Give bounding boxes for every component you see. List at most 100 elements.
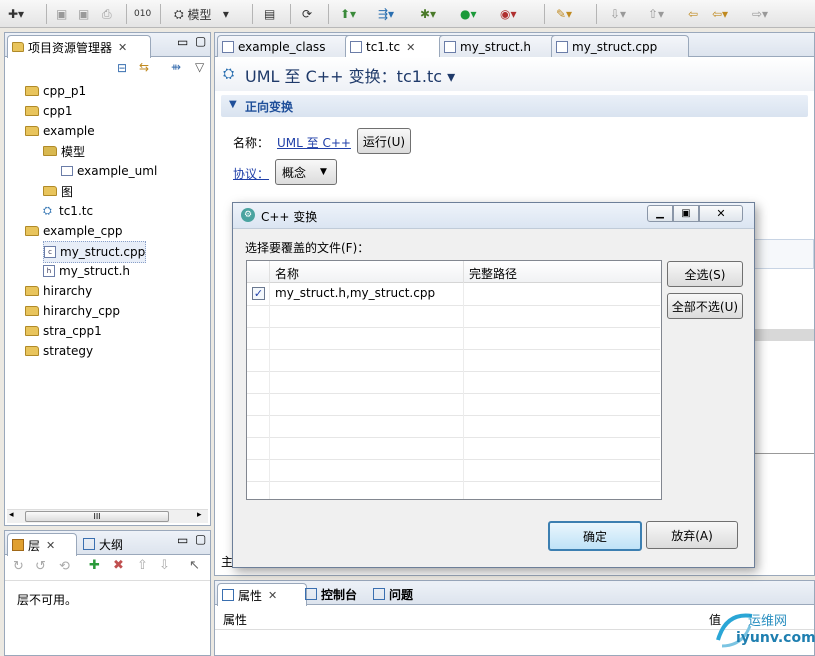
diagram-folder-icon xyxy=(43,186,57,196)
close-icon[interactable]: ✕ xyxy=(699,205,743,222)
tab-layers[interactable]: 层 ✕ xyxy=(7,533,77,556)
run-button[interactable]: 运行(U) xyxy=(357,128,411,154)
editor-tab[interactable]: example_class xyxy=(217,35,353,58)
up-icon[interactable]: ⇧ xyxy=(137,558,148,573)
document-icon[interactable]: ▤ xyxy=(264,4,275,24)
problems-icon xyxy=(373,588,385,600)
close-icon[interactable]: ✕ xyxy=(268,589,277,602)
editor-tab[interactable]: tc1.tc ✕ xyxy=(345,35,447,58)
model-icon: ⛭ xyxy=(174,6,184,21)
tree-item[interactable]: 图 xyxy=(43,181,73,201)
bottom-tab[interactable]: 控制台 xyxy=(301,583,375,605)
tree-item[interactable]: hirarchy_cpp xyxy=(25,301,120,321)
section-forward-transform[interactable]: ▼ 正向变换 xyxy=(221,95,808,117)
deselect-all-button[interactable]: 全部不选(U) xyxy=(667,293,743,319)
file-table[interactable]: 名称 完整路径 ✓ my_struct.h,my_struct.cpp xyxy=(246,260,662,500)
external-tools-icon[interactable]: ◉▾ xyxy=(500,4,517,24)
pen-icon[interactable]: ✎▾ xyxy=(556,4,572,24)
project-folder-icon xyxy=(25,106,39,116)
row-checkbox[interactable]: ✓ xyxy=(252,287,265,300)
tree-item[interactable]: example_uml xyxy=(61,161,157,181)
table-row xyxy=(247,349,660,372)
add-icon[interactable]: ✚ xyxy=(89,558,100,573)
explorer-hscrollbar[interactable]: ◂ III ▸ xyxy=(7,509,208,523)
column-header-path[interactable]: 完整路径 xyxy=(469,265,517,282)
tree-item[interactable]: cpp_p1 xyxy=(25,81,86,101)
file-icon xyxy=(556,41,568,53)
tree-item[interactable]: c my_struct.cpp xyxy=(43,241,147,263)
minimize-icon[interactable]: ▭ xyxy=(177,35,188,49)
last-edit-icon[interactable]: ⇦ xyxy=(688,4,698,24)
close-icon[interactable]: ✕ xyxy=(46,539,55,552)
explorer-toolbar: ⊟ ⇆ ⇻ ▽ xyxy=(5,57,210,83)
close-icon[interactable]: ✕ xyxy=(118,41,127,54)
new-icon[interactable]: ✚▾ xyxy=(8,4,24,24)
close-icon[interactable]: ✕ xyxy=(406,41,415,54)
tree-item[interactable]: 模型 xyxy=(43,141,85,161)
project-folder-icon xyxy=(25,346,39,356)
column-header-name[interactable]: 名称 xyxy=(275,265,299,282)
scroll-right-icon[interactable]: ▸ xyxy=(197,510,202,520)
save-icon[interactable]: ▣ xyxy=(56,4,67,24)
rotate-back-icon[interactable]: ↺ xyxy=(35,559,46,574)
next-annotation-icon[interactable]: ⇩▾ xyxy=(610,4,626,24)
tree-item[interactable]: example xyxy=(25,121,95,141)
editor-tab[interactable]: my_struct.cpp xyxy=(551,35,689,58)
project-folder-icon xyxy=(25,286,39,296)
save-all-icon[interactable]: ▣ xyxy=(78,4,89,24)
layers-icon xyxy=(12,539,24,551)
pointer-icon[interactable]: ↖ xyxy=(189,558,200,573)
tab-project-explorer[interactable]: 项目资源管理器 ✕ xyxy=(7,35,151,58)
model-dropdown[interactable]: ⛭ 模型 ▾ xyxy=(174,4,229,24)
editor-tab[interactable]: my_struct.h xyxy=(439,35,559,58)
minimize-icon[interactable]: ▭ xyxy=(177,533,188,547)
dialog-titlebar: ⚙ C++ 变换 ▁ ▣ ✕ xyxy=(233,203,754,229)
delete-icon[interactable]: ✖ xyxy=(113,558,124,573)
scroll-thumb[interactable]: III xyxy=(25,511,169,522)
restore-icon[interactable]: ▣ xyxy=(673,205,699,222)
filter-icon[interactable]: ⇻ xyxy=(171,60,181,74)
protocol-select[interactable]: 概念 ▼ xyxy=(275,159,337,185)
layer-props-icon[interactable]: ⟲ xyxy=(59,559,70,574)
build-icon[interactable]: ⬆▾ xyxy=(340,4,356,24)
cancel-button[interactable]: 放弃(A) xyxy=(646,521,738,549)
tree-item[interactable]: strategy xyxy=(25,341,93,361)
print-icon[interactable]: ⎙ xyxy=(102,4,112,24)
ok-button[interactable]: 确定 xyxy=(548,521,642,551)
debug-icon[interactable]: ✱▾ xyxy=(420,4,436,24)
table-row[interactable]: ✓ my_struct.h,my_struct.cpp xyxy=(247,283,660,306)
tree-item[interactable]: cpp1 xyxy=(25,101,72,121)
down-icon[interactable]: ⇩ xyxy=(159,558,170,573)
refresh-icon[interactable]: ⟳ xyxy=(302,4,312,24)
tab-outline[interactable]: 大纲 xyxy=(79,533,143,555)
tree-item[interactable]: h my_struct.h xyxy=(43,261,130,281)
binary-icon[interactable]: 010 xyxy=(134,4,151,24)
scroll-left-icon[interactable]: ◂ xyxy=(9,510,14,520)
view-menu-icon[interactable]: ▽ xyxy=(195,60,204,74)
name-link[interactable]: UML 至 C++ xyxy=(277,134,351,151)
tree-item[interactable]: stra_cpp1 xyxy=(25,321,102,341)
project-folder-icon xyxy=(25,326,39,336)
run-icon[interactable]: ●▾ xyxy=(460,4,477,24)
prev-annotation-icon[interactable]: ⇧▾ xyxy=(648,4,664,24)
select-all-button[interactable]: 全选(S) xyxy=(667,261,743,287)
watermark-url: iyunv.com xyxy=(736,630,815,646)
link-editor-icon[interactable]: ⇆ xyxy=(139,60,149,74)
maximize-icon[interactable]: ▢ xyxy=(195,34,206,48)
tree-item[interactable]: example_cpp xyxy=(25,221,122,241)
layers-message: 层不可用。 xyxy=(17,593,78,607)
rotate-icon[interactable]: ↻ xyxy=(13,559,24,574)
bottom-tab[interactable]: 属性 ✕ xyxy=(217,583,307,606)
back-icon[interactable]: ⇦▾ xyxy=(712,4,728,24)
maximize-icon[interactable]: ▢ xyxy=(195,532,206,546)
tree-item-label: hirarchy xyxy=(43,284,93,298)
minimize-icon[interactable]: ▁ xyxy=(647,205,673,222)
collapse-all-icon[interactable]: ⊟ xyxy=(117,61,127,75)
explorer-tabbar: 项目资源管理器 ✕ ▭ ▢ xyxy=(5,33,210,58)
bottom-tab[interactable]: 问题 xyxy=(369,583,427,605)
protocol-label[interactable]: 协议： xyxy=(233,165,269,182)
tree-item[interactable]: ⛭ tc1.tc xyxy=(43,201,93,221)
forward-icon[interactable]: ⇨▾ xyxy=(752,4,768,24)
transform-icon[interactable]: ⇶▾ xyxy=(378,4,394,24)
tree-item[interactable]: hirarchy xyxy=(25,281,92,301)
